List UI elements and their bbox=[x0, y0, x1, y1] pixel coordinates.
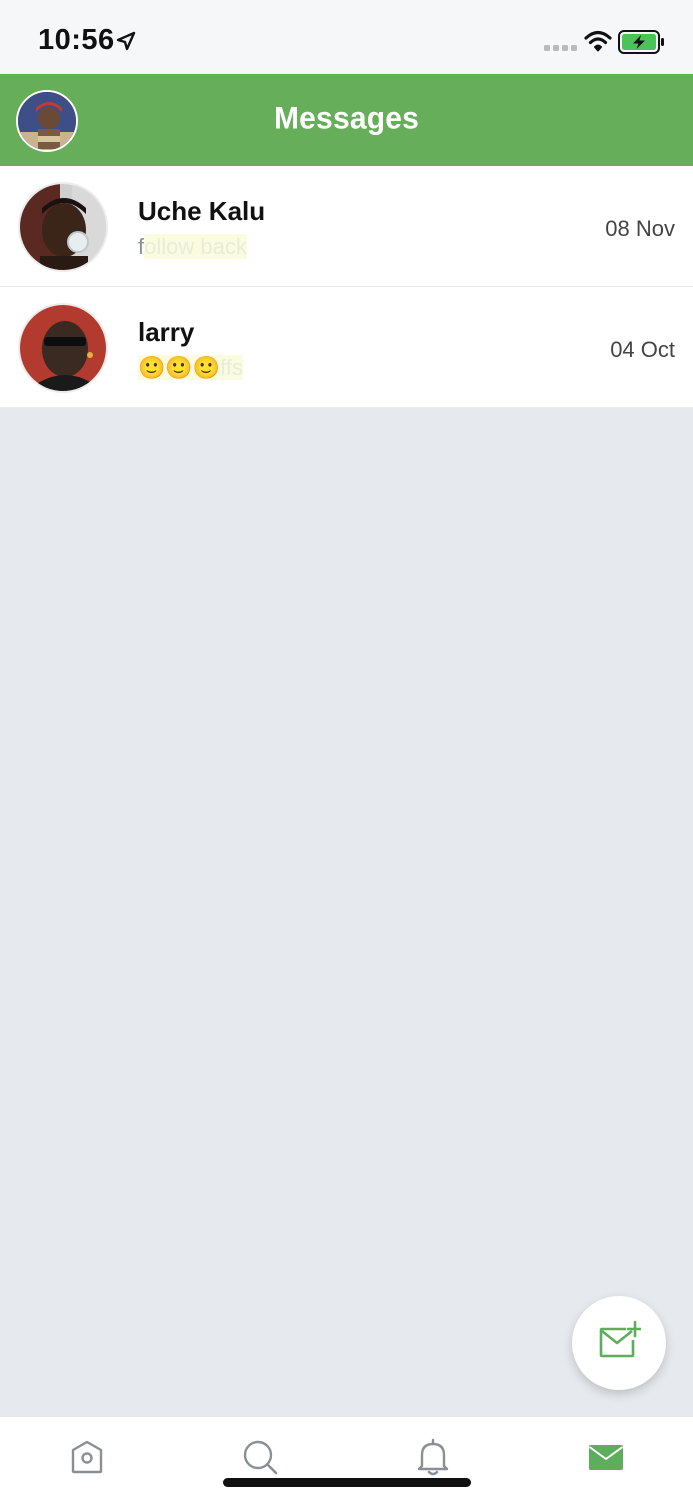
contact-name: larry bbox=[138, 317, 195, 347]
tab-bar bbox=[0, 1416, 693, 1500]
contact-name: Uche Kalu bbox=[138, 196, 266, 226]
message-preview: 🙂🙂🙂ffs bbox=[138, 353, 249, 385]
wifi-icon bbox=[584, 30, 612, 52]
tab-notifications[interactable] bbox=[413, 1437, 453, 1477]
location-arrow-icon bbox=[116, 31, 136, 51]
contact-avatar bbox=[18, 182, 108, 272]
message-preview-rest: 🙂🙂🙂ffs bbox=[138, 355, 244, 380]
conversation-row[interactable]: Uche Kalu follow back 08 Nov bbox=[0, 166, 693, 287]
contact-avatar bbox=[18, 303, 108, 393]
app-header: Messages bbox=[0, 74, 693, 166]
page-title: Messages bbox=[273, 101, 420, 136]
message-date: 08 Nov bbox=[605, 216, 675, 241]
message-date: 04 Oct bbox=[610, 337, 675, 362]
conversation-list: Uche Kalu follow back 08 Nov larry 🙂🙂🙂ff… bbox=[0, 166, 693, 408]
message-preview: follow back bbox=[138, 232, 253, 264]
home-icon bbox=[71, 1440, 103, 1474]
conversation-row[interactable]: larry 🙂🙂🙂ffs 04 Oct bbox=[0, 287, 693, 408]
search-icon bbox=[243, 1440, 278, 1475]
mail-icon bbox=[588, 1445, 624, 1470]
bell-icon bbox=[417, 1438, 449, 1476]
new-message-icon bbox=[599, 1321, 641, 1358]
battery-charging-icon bbox=[618, 30, 664, 54]
status-time: 10:56 bbox=[38, 24, 115, 56]
tab-home[interactable] bbox=[67, 1437, 107, 1477]
signal-dots-icon bbox=[544, 45, 577, 51]
tab-search[interactable] bbox=[240, 1437, 280, 1477]
message-preview-rest: ollow back bbox=[144, 234, 247, 259]
home-indicator bbox=[223, 1478, 471, 1487]
new-message-button[interactable] bbox=[572, 1296, 666, 1390]
status-bar: 10:56 bbox=[0, 0, 693, 74]
tab-messages[interactable] bbox=[586, 1437, 626, 1477]
